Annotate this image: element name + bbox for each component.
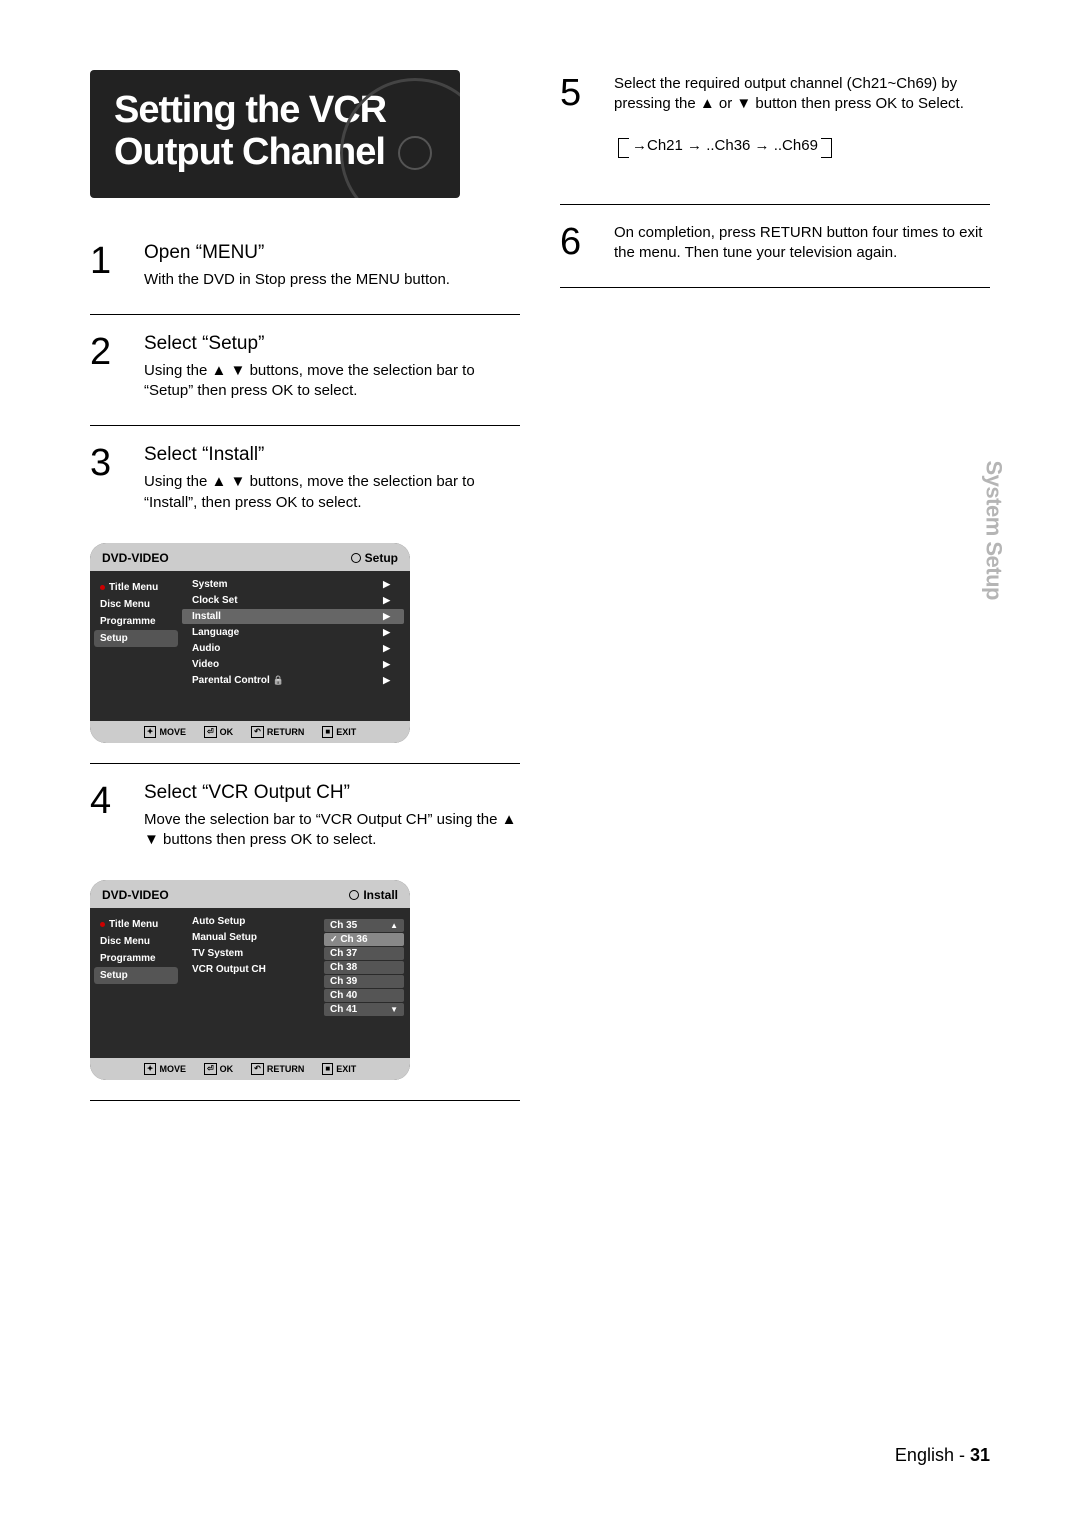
osd-main: System Clock Set Install Language Audio … bbox=[182, 571, 410, 721]
osd-install-screenshot: DVD-VIDEO Install Title Menu Disc Menu P… bbox=[90, 880, 410, 1080]
step-text: On completion, press RETURN button four … bbox=[614, 223, 990, 264]
osd-footer: ✦MOVE ⏎OK ↶RETURN ■EXIT bbox=[90, 721, 410, 743]
step-number: 2 bbox=[90, 333, 126, 402]
footer-language: English bbox=[895, 1445, 954, 1465]
chevron-right-icon bbox=[383, 595, 390, 606]
ring-icon bbox=[351, 553, 361, 563]
osd-nav-item: Disc Menu bbox=[90, 596, 182, 613]
osd-nav-item: Programme bbox=[90, 613, 182, 630]
step-number: 1 bbox=[90, 242, 126, 290]
step-1: 1 Open “MENU” With the DVD in Stop press… bbox=[90, 230, 520, 308]
osd-nav-item: Programme bbox=[90, 950, 182, 967]
osd-header-left: DVD-VIDEO bbox=[102, 551, 169, 565]
step-2: 2 Select “Setup” Using the ▲ ▼ buttons, … bbox=[90, 321, 520, 420]
step-text: Using the ▲ ▼ buttons, move the selectio… bbox=[144, 361, 520, 402]
step-number: 6 bbox=[560, 223, 596, 264]
dot-icon bbox=[100, 922, 105, 927]
section-tab: System Setup bbox=[980, 461, 1006, 601]
step-text: Using the ▲ ▼ buttons, move the selectio… bbox=[144, 472, 520, 513]
osd-header-left: DVD-VIDEO bbox=[102, 888, 169, 902]
step-number: 5 bbox=[560, 74, 596, 156]
chevron-right-icon bbox=[383, 611, 390, 622]
step-6: 6 On completion, press RETURN button fou… bbox=[560, 211, 990, 282]
step-title: Select “Setup” bbox=[144, 333, 520, 355]
chevron-right-icon bbox=[383, 627, 390, 638]
divider bbox=[90, 314, 520, 315]
osd-row-highlighted: Install bbox=[182, 609, 404, 624]
step-title: Select “Install” bbox=[144, 444, 520, 466]
page-footer: English - 31 bbox=[895, 1445, 990, 1466]
divider bbox=[90, 763, 520, 764]
chevron-right-icon bbox=[383, 579, 390, 590]
osd-nav-item: Title Menu bbox=[90, 916, 182, 933]
chevron-right-icon bbox=[383, 675, 390, 686]
osd-header-right: Install bbox=[363, 888, 398, 902]
step-text: With the DVD in Stop press the MENU butt… bbox=[144, 270, 520, 290]
osd-nav-item-selected: Setup bbox=[94, 967, 178, 984]
arrow-down-icon bbox=[390, 1004, 398, 1015]
osd-nav-item-selected: Setup bbox=[94, 630, 178, 647]
step-text: Select the required output channel (Ch21… bbox=[614, 74, 990, 115]
divider bbox=[90, 1100, 520, 1101]
channel-sequence: →Ch21 → ..Ch36 → ..Ch69 bbox=[624, 135, 826, 156]
osd-channel-list: Ch 35 Ch 36 Ch 37 Ch 38 Ch 39 Ch 40 Ch 4… bbox=[324, 914, 404, 1052]
osd-nav: Title Menu Disc Menu Programme Setup bbox=[90, 571, 182, 721]
chevron-right-icon bbox=[383, 643, 390, 654]
divider bbox=[90, 425, 520, 426]
step-5: 5 Select the required output channel (Ch… bbox=[560, 70, 990, 174]
osd-nav-item: Disc Menu bbox=[90, 933, 182, 950]
lock-icon bbox=[273, 675, 284, 686]
step-number: 3 bbox=[90, 444, 126, 513]
page-number: 31 bbox=[970, 1445, 990, 1465]
step-number: 4 bbox=[90, 782, 126, 851]
step-text: Move the selection bar to “VCR Output CH… bbox=[144, 810, 520, 851]
divider bbox=[560, 287, 990, 288]
chevron-right-icon bbox=[383, 659, 390, 670]
divider bbox=[560, 204, 990, 205]
osd-footer: ✦MOVE ⏎OK ↶RETURN ■EXIT bbox=[90, 1058, 410, 1080]
osd-nav: Title Menu Disc Menu Programme Setup bbox=[90, 908, 182, 1058]
osd-setup-screenshot: DVD-VIDEO Setup Title Menu Disc Menu Pro… bbox=[90, 543, 410, 743]
dot-icon bbox=[100, 585, 105, 590]
page-title: Setting the VCR Output Channel bbox=[90, 70, 460, 198]
osd-main: Auto Setup Manual Setup TV System VCR Ou… bbox=[182, 908, 410, 1058]
step-4: 4 Select “VCR Output CH” Move the select… bbox=[90, 770, 520, 869]
step-3: 3 Select “Install” Using the ▲ ▼ buttons… bbox=[90, 432, 520, 531]
check-icon bbox=[330, 934, 338, 945]
ring-icon bbox=[349, 890, 359, 900]
step-title: Select “VCR Output CH” bbox=[144, 782, 520, 804]
osd-nav-item: Title Menu bbox=[90, 579, 182, 596]
step-title: Open “MENU” bbox=[144, 242, 520, 264]
osd-header-right: Setup bbox=[365, 551, 398, 565]
arrow-up-icon bbox=[390, 920, 398, 931]
